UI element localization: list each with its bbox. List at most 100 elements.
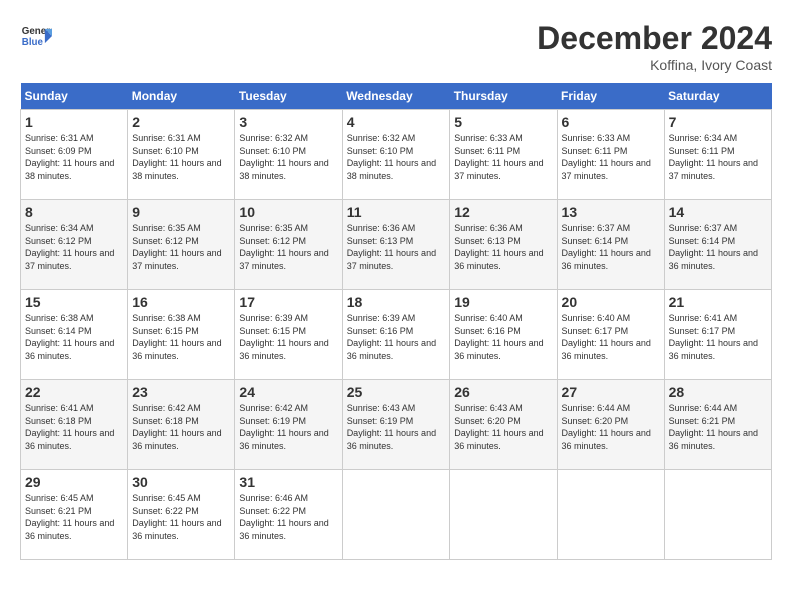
day-number: 27 — [562, 384, 660, 400]
calendar-cell: 2 Sunrise: 6:31 AMSunset: 6:10 PMDayligh… — [128, 110, 235, 200]
day-info: Sunrise: 6:44 AMSunset: 6:21 PMDaylight:… — [669, 403, 758, 451]
day-info: Sunrise: 6:42 AMSunset: 6:18 PMDaylight:… — [132, 403, 221, 451]
calendar-cell — [664, 470, 771, 560]
week-row-4: 22 Sunrise: 6:41 AMSunset: 6:18 PMDaylig… — [21, 380, 772, 470]
day-number: 18 — [347, 294, 446, 310]
calendar-cell: 24 Sunrise: 6:42 AMSunset: 6:19 PMDaylig… — [235, 380, 342, 470]
calendar-cell: 25 Sunrise: 6:43 AMSunset: 6:19 PMDaylig… — [342, 380, 450, 470]
calendar-cell: 1 Sunrise: 6:31 AMSunset: 6:09 PMDayligh… — [21, 110, 128, 200]
calendar-cell: 11 Sunrise: 6:36 AMSunset: 6:13 PMDaylig… — [342, 200, 450, 290]
calendar-cell: 4 Sunrise: 6:32 AMSunset: 6:10 PMDayligh… — [342, 110, 450, 200]
col-header-sunday: Sunday — [21, 83, 128, 110]
day-info: Sunrise: 6:41 AMSunset: 6:18 PMDaylight:… — [25, 403, 114, 451]
calendar-cell: 13 Sunrise: 6:37 AMSunset: 6:14 PMDaylig… — [557, 200, 664, 290]
day-info: Sunrise: 6:39 AMSunset: 6:15 PMDaylight:… — [239, 313, 328, 361]
day-number: 6 — [562, 114, 660, 130]
day-info: Sunrise: 6:39 AMSunset: 6:16 PMDaylight:… — [347, 313, 436, 361]
calendar-cell: 8 Sunrise: 6:34 AMSunset: 6:12 PMDayligh… — [21, 200, 128, 290]
calendar-cell: 29 Sunrise: 6:45 AMSunset: 6:21 PMDaylig… — [21, 470, 128, 560]
day-info: Sunrise: 6:38 AMSunset: 6:14 PMDaylight:… — [25, 313, 114, 361]
calendar-cell: 10 Sunrise: 6:35 AMSunset: 6:12 PMDaylig… — [235, 200, 342, 290]
day-info: Sunrise: 6:41 AMSunset: 6:17 PMDaylight:… — [669, 313, 758, 361]
day-number: 26 — [454, 384, 552, 400]
day-info: Sunrise: 6:44 AMSunset: 6:20 PMDaylight:… — [562, 403, 651, 451]
day-number: 5 — [454, 114, 552, 130]
week-row-5: 29 Sunrise: 6:45 AMSunset: 6:21 PMDaylig… — [21, 470, 772, 560]
month-title: December 2024 — [537, 20, 772, 57]
calendar-cell — [342, 470, 450, 560]
calendar-cell: 30 Sunrise: 6:45 AMSunset: 6:22 PMDaylig… — [128, 470, 235, 560]
week-row-2: 8 Sunrise: 6:34 AMSunset: 6:12 PMDayligh… — [21, 200, 772, 290]
day-info: Sunrise: 6:45 AMSunset: 6:22 PMDaylight:… — [132, 493, 221, 541]
day-info: Sunrise: 6:43 AMSunset: 6:19 PMDaylight:… — [347, 403, 436, 451]
title-area: December 2024 Koffina, Ivory Coast — [537, 20, 772, 73]
day-info: Sunrise: 6:34 AMSunset: 6:11 PMDaylight:… — [669, 133, 758, 181]
calendar-cell: 22 Sunrise: 6:41 AMSunset: 6:18 PMDaylig… — [21, 380, 128, 470]
day-number: 25 — [347, 384, 446, 400]
day-number: 16 — [132, 294, 230, 310]
day-info: Sunrise: 6:42 AMSunset: 6:19 PMDaylight:… — [239, 403, 328, 451]
calendar-cell: 14 Sunrise: 6:37 AMSunset: 6:14 PMDaylig… — [664, 200, 771, 290]
day-number: 8 — [25, 204, 123, 220]
day-number: 12 — [454, 204, 552, 220]
calendar-cell: 16 Sunrise: 6:38 AMSunset: 6:15 PMDaylig… — [128, 290, 235, 380]
col-header-thursday: Thursday — [450, 83, 557, 110]
calendar-cell: 7 Sunrise: 6:34 AMSunset: 6:11 PMDayligh… — [664, 110, 771, 200]
day-number: 15 — [25, 294, 123, 310]
calendar-cell: 5 Sunrise: 6:33 AMSunset: 6:11 PMDayligh… — [450, 110, 557, 200]
day-info: Sunrise: 6:37 AMSunset: 6:14 PMDaylight:… — [562, 223, 651, 271]
day-info: Sunrise: 6:36 AMSunset: 6:13 PMDaylight:… — [347, 223, 436, 271]
day-number: 1 — [25, 114, 123, 130]
col-header-tuesday: Tuesday — [235, 83, 342, 110]
day-number: 11 — [347, 204, 446, 220]
day-info: Sunrise: 6:38 AMSunset: 6:15 PMDaylight:… — [132, 313, 221, 361]
day-number: 22 — [25, 384, 123, 400]
day-info: Sunrise: 6:37 AMSunset: 6:14 PMDaylight:… — [669, 223, 758, 271]
day-number: 2 — [132, 114, 230, 130]
day-info: Sunrise: 6:46 AMSunset: 6:22 PMDaylight:… — [239, 493, 328, 541]
calendar-cell: 21 Sunrise: 6:41 AMSunset: 6:17 PMDaylig… — [664, 290, 771, 380]
day-number: 24 — [239, 384, 337, 400]
calendar-cell: 26 Sunrise: 6:43 AMSunset: 6:20 PMDaylig… — [450, 380, 557, 470]
day-number: 10 — [239, 204, 337, 220]
calendar-cell — [557, 470, 664, 560]
calendar-cell: 28 Sunrise: 6:44 AMSunset: 6:21 PMDaylig… — [664, 380, 771, 470]
day-info: Sunrise: 6:34 AMSunset: 6:12 PMDaylight:… — [25, 223, 114, 271]
day-number: 21 — [669, 294, 767, 310]
svg-text:Blue: Blue — [22, 37, 44, 48]
day-number: 28 — [669, 384, 767, 400]
day-info: Sunrise: 6:31 AMSunset: 6:10 PMDaylight:… — [132, 133, 221, 181]
calendar-cell: 18 Sunrise: 6:39 AMSunset: 6:16 PMDaylig… — [342, 290, 450, 380]
day-number: 7 — [669, 114, 767, 130]
day-number: 4 — [347, 114, 446, 130]
col-header-saturday: Saturday — [664, 83, 771, 110]
col-header-wednesday: Wednesday — [342, 83, 450, 110]
day-number: 17 — [239, 294, 337, 310]
week-row-1: 1 Sunrise: 6:31 AMSunset: 6:09 PMDayligh… — [21, 110, 772, 200]
day-number: 14 — [669, 204, 767, 220]
logo-icon: General Blue — [20, 20, 52, 52]
day-info: Sunrise: 6:32 AMSunset: 6:10 PMDaylight:… — [239, 133, 328, 181]
location: Koffina, Ivory Coast — [537, 57, 772, 73]
calendar-table: SundayMondayTuesdayWednesdayThursdayFrid… — [20, 83, 772, 560]
calendar-cell: 19 Sunrise: 6:40 AMSunset: 6:16 PMDaylig… — [450, 290, 557, 380]
day-info: Sunrise: 6:43 AMSunset: 6:20 PMDaylight:… — [454, 403, 543, 451]
day-number: 3 — [239, 114, 337, 130]
day-info: Sunrise: 6:36 AMSunset: 6:13 PMDaylight:… — [454, 223, 543, 271]
day-number: 29 — [25, 474, 123, 490]
header-row: SundayMondayTuesdayWednesdayThursdayFrid… — [21, 83, 772, 110]
calendar-cell: 31 Sunrise: 6:46 AMSunset: 6:22 PMDaylig… — [235, 470, 342, 560]
calendar-cell: 15 Sunrise: 6:38 AMSunset: 6:14 PMDaylig… — [21, 290, 128, 380]
calendar-cell: 12 Sunrise: 6:36 AMSunset: 6:13 PMDaylig… — [450, 200, 557, 290]
day-info: Sunrise: 6:33 AMSunset: 6:11 PMDaylight:… — [454, 133, 543, 181]
week-row-3: 15 Sunrise: 6:38 AMSunset: 6:14 PMDaylig… — [21, 290, 772, 380]
day-number: 30 — [132, 474, 230, 490]
day-number: 19 — [454, 294, 552, 310]
day-info: Sunrise: 6:35 AMSunset: 6:12 PMDaylight:… — [239, 223, 328, 271]
day-number: 20 — [562, 294, 660, 310]
header: General Blue December 2024 Koffina, Ivor… — [20, 20, 772, 73]
col-header-monday: Monday — [128, 83, 235, 110]
day-number: 13 — [562, 204, 660, 220]
calendar-cell: 6 Sunrise: 6:33 AMSunset: 6:11 PMDayligh… — [557, 110, 664, 200]
col-header-friday: Friday — [557, 83, 664, 110]
